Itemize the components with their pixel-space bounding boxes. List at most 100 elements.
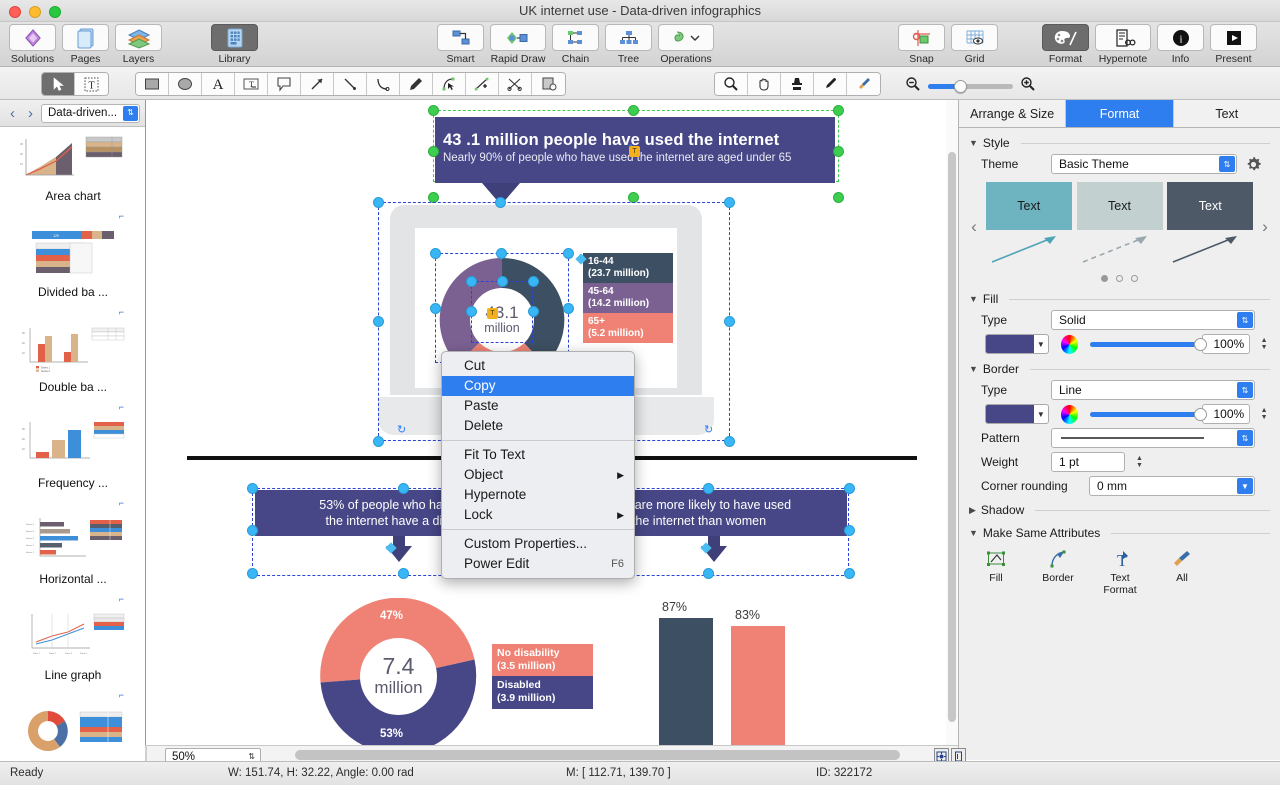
legend-row[interactable]: No disability (3.5 million)	[492, 644, 593, 677]
zoom-tool[interactable]	[715, 73, 748, 95]
text-tool[interactable]: A	[202, 73, 235, 95]
legend-row[interactable]: 65+ (5.2 million)	[583, 313, 673, 343]
disclosure-triangle-collapsed-icon[interactable]: ▶	[969, 505, 976, 516]
zoom-stepper-icon[interactable]: ⇅	[248, 752, 255, 761]
add-point-tool[interactable]	[466, 73, 499, 95]
zoom-out-icon[interactable]	[905, 76, 921, 97]
library-item-donut-chart[interactable]	[0, 702, 145, 751]
carousel-page-dots[interactable]	[959, 275, 1280, 282]
context-menu[interactable]: Cut Copy Paste Delete Fit To Text Object…	[441, 351, 635, 579]
resize-handle-se[interactable]	[724, 436, 735, 447]
resize-corner-icon[interactable]: ⌐	[119, 307, 124, 317]
text-select-tool[interactable]: T	[75, 73, 108, 95]
theme-select[interactable]: Basic Theme ⇅	[1051, 154, 1237, 174]
chevron-down-icon[interactable]: ▼	[1237, 478, 1253, 494]
slider-handle[interactable]	[1193, 407, 1207, 421]
resize-handle-ne[interactable]	[833, 105, 844, 116]
border-type-select[interactable]: Line ⇅	[1051, 380, 1255, 400]
gender-bar-chart[interactable]: 87% 83%	[647, 600, 787, 745]
toolbar-grid[interactable]: Grid	[948, 24, 1001, 65]
border-pattern-select[interactable]: ⇅	[1051, 428, 1255, 448]
library-item-horizontal-bar[interactable]: Series 5 Series 4 Series 3 Series 2 Series 1…	[0, 510, 145, 606]
resize-handle-e[interactable]	[833, 146, 844, 157]
resize-handle-nw[interactable]	[430, 248, 441, 259]
toolbar-format[interactable]: Format	[1039, 24, 1092, 65]
toolbar-library[interactable]: Library	[208, 24, 261, 65]
resize-handle-sw[interactable]	[373, 436, 384, 447]
toolbar-layers[interactable]: Layers	[112, 24, 165, 65]
resize-handle-nw[interactable]	[428, 105, 439, 116]
brush-tool[interactable]	[847, 73, 880, 95]
resize-corner-icon[interactable]: ⌐	[119, 690, 124, 700]
resize-handle-se[interactable]	[833, 192, 844, 203]
context-menu-item-lock[interactable]: Lock ▶	[442, 505, 634, 525]
resize-handle-ne[interactable]	[724, 197, 735, 208]
fill-opacity-stepper[interactable]: ▲ ▼	[1258, 337, 1270, 352]
library-item-divided-bar[interactable]: 129 Divided ba ... ⌐	[0, 223, 145, 319]
resize-handle-nw[interactable]	[247, 483, 258, 494]
resize-corner-icon[interactable]: ⌐	[119, 594, 124, 604]
edit-points-tool[interactable]	[433, 73, 466, 95]
border-opacity-value[interactable]: 100%	[1202, 404, 1251, 424]
disclosure-triangle-icon[interactable]: ▼	[969, 138, 978, 148]
resize-corner-icon[interactable]: ⌐	[119, 211, 124, 221]
page-dot-2[interactable]	[1116, 275, 1123, 282]
color-wheel-icon[interactable]	[1060, 334, 1078, 354]
rotate-handle[interactable]: ↻	[704, 423, 713, 436]
document-page[interactable]: 43 .1 million people have used the inter…	[147, 100, 958, 745]
ellipse-tool[interactable]	[169, 73, 202, 95]
make-same-fill-button[interactable]: Fill	[973, 546, 1019, 596]
fill-type-select[interactable]: Solid ⇅	[1051, 310, 1255, 330]
context-menu-item-paste[interactable]: Paste	[442, 396, 634, 416]
resize-handle-w[interactable]	[466, 306, 477, 317]
canvas-vertical-scrollbar[interactable]	[946, 100, 958, 745]
style-section-header[interactable]: ▼ Style	[959, 136, 1280, 150]
eyedropper-tool[interactable]	[814, 73, 847, 95]
style-preview-2[interactable]: Text	[1076, 182, 1163, 271]
resize-corner-icon[interactable]: ⌐	[119, 402, 124, 412]
shape-union-tool[interactable]	[532, 73, 565, 95]
make-same-text-format-button[interactable]: T Text Format	[1097, 546, 1143, 596]
resize-handle-s[interactable]	[398, 568, 409, 579]
toolbar-chain[interactable]: Chain	[549, 24, 602, 65]
panel-tabs[interactable]: Arrange & Size Format Text	[959, 100, 1280, 128]
resize-handle-nw[interactable]	[466, 276, 477, 287]
make-same-border-button[interactable]: Border	[1035, 546, 1081, 596]
corner-rounding-select[interactable]: 0 mm ▼	[1089, 476, 1255, 496]
context-menu-item-fit-to-text[interactable]: Fit To Text	[442, 445, 634, 465]
age-legend[interactable]: 16-44 (23.7 million) 45-64 (14.2 million…	[583, 253, 673, 343]
bar-women[interactable]	[731, 626, 785, 745]
resize-handle-s[interactable]	[703, 568, 714, 579]
zoom-in-icon[interactable]	[1020, 76, 1036, 97]
disclosure-triangle-icon[interactable]: ▼	[969, 528, 978, 538]
toolbar-operations[interactable]: Operations	[655, 24, 717, 65]
trim-tool[interactable]	[499, 73, 532, 95]
fill-opacity-slider[interactable]	[1089, 337, 1207, 351]
rectangle-tool[interactable]	[136, 73, 169, 95]
context-menu-item-delete[interactable]: Delete	[442, 416, 634, 436]
resize-handle-ne[interactable]	[528, 276, 539, 287]
bar-men[interactable]	[659, 618, 713, 745]
chevron-updown-icon[interactable]: ⇅	[1237, 430, 1253, 446]
resize-handle-w[interactable]	[247, 525, 258, 536]
library-selector[interactable]: Data-driven... ⇅	[41, 103, 140, 123]
resize-handle-se[interactable]	[844, 568, 855, 579]
resize-handle-e[interactable]	[528, 306, 539, 317]
toolbar-snap[interactable]: Snap	[895, 24, 948, 65]
pen-tool[interactable]	[400, 73, 433, 95]
library-forward-button[interactable]: ›	[23, 105, 38, 122]
tab-format[interactable]: Format	[1066, 100, 1174, 127]
arrow-tool[interactable]	[301, 73, 334, 95]
resize-handle-n[interactable]	[495, 197, 506, 208]
zoom-slider-handle[interactable]	[954, 80, 967, 93]
legend-row[interactable]: Disabled (3.9 million)	[492, 676, 593, 709]
chevron-down-icon[interactable]: ▼	[1034, 340, 1048, 349]
tab-text[interactable]: Text	[1173, 100, 1280, 127]
hscrollbar-thumb[interactable]	[295, 750, 900, 760]
pointer-tool[interactable]	[42, 73, 75, 95]
disability-legend[interactable]: No disability (3.5 million) Disabled (3.…	[492, 644, 593, 709]
chevron-updown-icon[interactable]: ⇅	[1237, 312, 1253, 328]
chevron-down-icon[interactable]: ▼	[1034, 410, 1048, 419]
toolbar-smart[interactable]: Smart	[434, 24, 487, 65]
resize-handle-n[interactable]	[703, 483, 714, 494]
